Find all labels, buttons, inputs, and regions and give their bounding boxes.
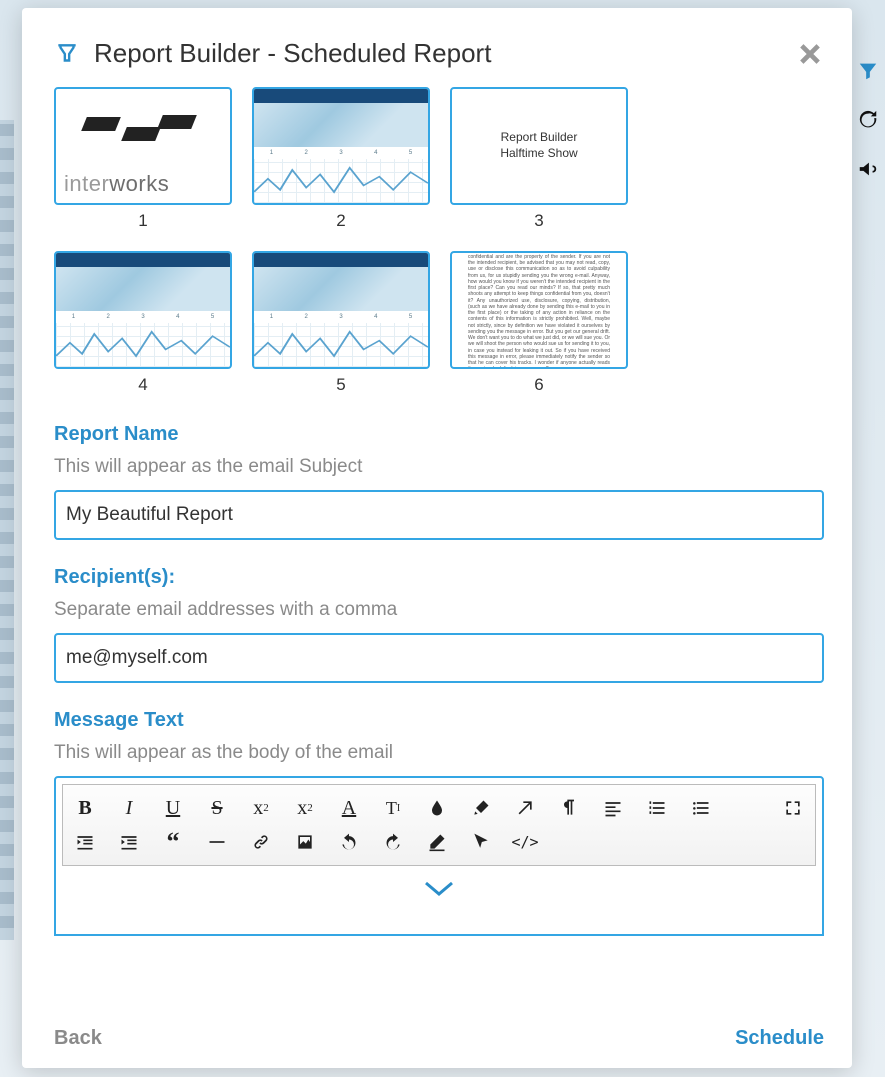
recipients-input[interactable] [54,633,824,683]
filter-icon[interactable] [857,60,881,87]
paragraph-icon[interactable] [555,795,583,821]
undo-icon[interactable] [335,829,363,855]
report-name-input[interactable] [54,490,824,540]
page-thumbnail-1[interactable]: interworks 1 [54,87,232,231]
background-strip [0,120,14,940]
close-icon[interactable] [796,40,824,68]
quote-icon[interactable]: “ [159,829,187,855]
font-size-button[interactable]: TI [379,795,407,821]
report-name-label: Report Name [54,423,824,446]
thumbnail-frame: 12345 [252,251,430,369]
editor-toolbar: B I U S x2 x2 A TI “ [62,784,816,866]
link-icon[interactable] [247,829,275,855]
thumbnail-number: 3 [534,211,543,231]
brush-icon[interactable] [467,795,495,821]
outdent-icon[interactable] [71,829,99,855]
thumbnail-frame: The materials contained in this e-mail a… [450,251,628,369]
clear-format-icon[interactable] [511,795,539,821]
thumbnail-number: 4 [138,375,147,395]
drop-icon[interactable] [423,795,451,821]
redo-icon[interactable] [379,829,407,855]
page-thumbnail-4[interactable]: 12345 4 [54,251,232,395]
page-thumbnail-5[interactable]: 12345 5 [252,251,430,395]
page-thumbnail-3[interactable]: Report BuilderHalftime Show 3 [450,87,628,231]
bold-button[interactable]: B [71,795,99,821]
page-thumbnails: interworks 1 12345 2 Report BuilderHalftime … [54,87,824,395]
fullscreen-icon[interactable] [779,795,807,821]
thumbnail-number: 5 [336,375,345,395]
align-icon[interactable] [599,795,627,821]
recipients-label: Recipient(s): [54,566,824,589]
message-label: Message Text [54,709,824,732]
schedule-button[interactable]: Schedule [735,1027,824,1050]
message-hint: This will appear as the body of the emai… [54,742,824,764]
thumbnail-frame: Report BuilderHalftime Show [450,87,628,205]
thumbnail-frame: 12345 [54,251,232,369]
image-icon[interactable] [291,829,319,855]
page-thumbnail-2[interactable]: 12345 2 [252,87,430,231]
dialog-title: Report Builder - Scheduled Report [94,38,782,69]
refresh-icon[interactable] [857,109,881,136]
page-thumbnail-6[interactable]: The materials contained in this e-mail a… [450,251,628,395]
thumbnail-number: 6 [534,375,543,395]
thumbnail-frame: interworks [54,87,232,205]
subscript-button[interactable]: x2 [247,795,275,821]
recipients-section: Recipient(s): Separate email addresses w… [54,566,824,683]
message-section: Message Text This will appear as the bod… [54,709,824,936]
indent-icon[interactable] [115,829,143,855]
thumbnail-number: 2 [336,211,345,231]
projector-icon [54,41,80,67]
eraser-icon[interactable] [423,829,451,855]
superscript-button[interactable]: x2 [291,795,319,821]
thumbnail-number: 1 [138,211,147,231]
dialog-header: Report Builder - Scheduled Report [54,38,824,69]
unordered-list-icon[interactable] [687,795,715,821]
report-builder-dialog: Report Builder - Scheduled Report interw… [22,8,852,1068]
dialog-footer: Back Schedule [54,1017,824,1050]
side-icon-rail [857,60,881,185]
expand-editor-button[interactable] [56,872,822,904]
hr-icon[interactable] [203,829,231,855]
select-icon[interactable] [467,829,495,855]
rich-text-editor[interactable]: B I U S x2 x2 A TI “ [54,776,824,936]
back-button[interactable]: Back [54,1027,102,1050]
thumbnail-frame: 12345 [252,87,430,205]
strikethrough-button[interactable]: S [203,795,231,821]
ordered-list-icon[interactable] [643,795,671,821]
announce-icon[interactable] [857,158,881,185]
recipients-hint: Separate email addresses with a comma [54,599,824,621]
font-color-button[interactable]: A [335,795,363,821]
code-view-button[interactable]: </> [511,829,539,855]
italic-button[interactable]: I [115,795,143,821]
report-name-section: Report Name This will appear as the emai… [54,423,824,540]
report-name-hint: This will appear as the email Subject [54,456,824,478]
underline-button[interactable]: U [159,795,187,821]
